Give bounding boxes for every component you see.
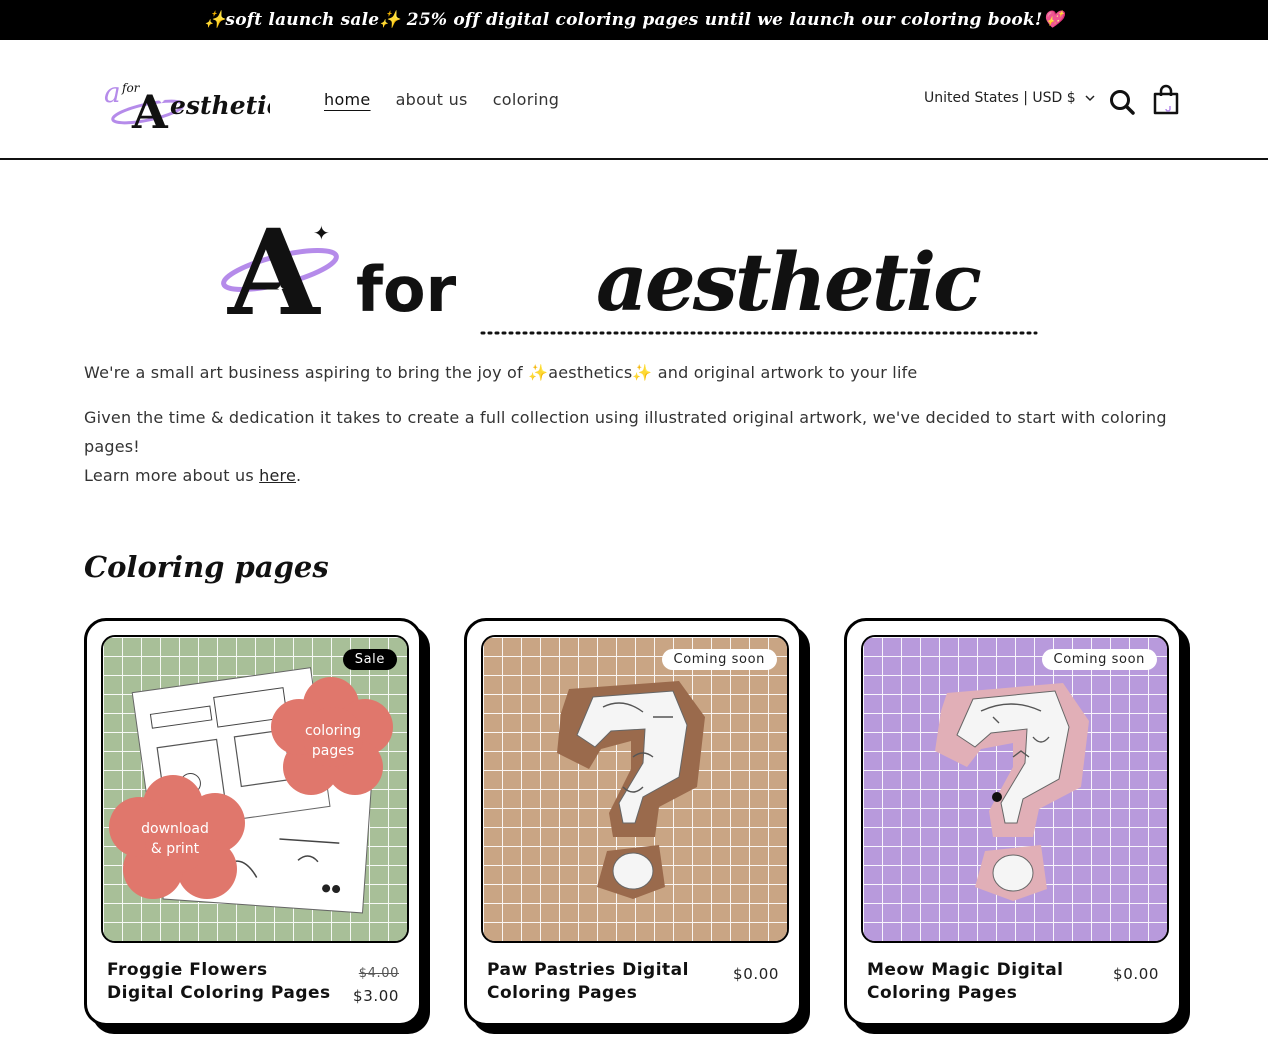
svg-text:✦: ✦: [313, 221, 330, 245]
search-icon[interactable]: [1108, 88, 1136, 116]
intro-paragraph-2: Given the time & dedication it takes to …: [84, 408, 1167, 485]
nav-home-link[interactable]: home: [324, 90, 371, 109]
nav-about-link[interactable]: about us: [396, 90, 468, 109]
svg-text:A: A: [131, 85, 169, 132]
product-card-paw-pastries[interactable]: Coming soon Paw Pastries Digital Colorin…: [464, 618, 810, 1034]
product-image[interactable]: Coming soon: [861, 635, 1169, 943]
sale-price: $3.00: [353, 987, 399, 1005]
svg-text:& print: & print: [151, 841, 200, 857]
product-card-froggie[interactable]: coloring pages download & print Sale Fro…: [84, 618, 430, 1034]
site-logo[interactable]: a for A esthetic ✦: [100, 66, 282, 139]
product-image[interactable]: coloring pages download & print Sale: [101, 635, 409, 943]
hero-word-for: for: [356, 253, 457, 326]
product-title[interactable]: Meow Magic Digital Coloring Pages: [867, 959, 1097, 1005]
main-nav: home about us coloring: [324, 90, 559, 109]
svg-text:✦: ✦: [276, 284, 284, 295]
svg-text:✦: ✦: [262, 261, 272, 275]
intro-text: We're a small art business aspiring to b…: [84, 358, 1194, 506]
cart-icon[interactable]: [1152, 84, 1180, 116]
intro-paragraph-1: We're a small art business aspiring to b…: [84, 363, 918, 382]
section-title: Coloring pages: [84, 550, 329, 584]
svg-text:esthetic: esthetic: [170, 91, 270, 120]
product-price: $0.00: [733, 963, 779, 985]
announcement-text: ✨soft launch sale✨ 25% off digital color…: [204, 10, 1064, 30]
hero-word-aesthetic: aesthetic: [596, 235, 981, 329]
site-header: a for A esthetic ✦ home about us colorin…: [0, 40, 1268, 160]
product-card-meow-magic[interactable]: Coming soon Meow Magic Digital Coloring …: [844, 618, 1190, 1034]
regular-price: $0.00: [1113, 965, 1159, 983]
nav-coloring-link[interactable]: coloring: [493, 90, 560, 109]
learn-more-link[interactable]: here: [259, 466, 296, 485]
svg-text:✦: ✦: [158, 97, 166, 107]
svg-text:pages: pages: [312, 743, 354, 759]
coming-soon-badge: Coming soon: [661, 649, 777, 670]
coming-soon-badge: Coming soon: [1041, 649, 1157, 670]
product-title[interactable]: Paw Pastries Digital Coloring Pages: [487, 959, 717, 1005]
svg-text:A: A: [227, 203, 321, 342]
chevron-down-icon: [1084, 90, 1096, 106]
product-price: $4.00 $3.00: [353, 963, 399, 1007]
regular-price: $0.00: [733, 965, 779, 983]
product-price: $0.00: [1113, 963, 1159, 985]
country-selector[interactable]: United States | USD $: [924, 90, 1096, 106]
original-price: $4.00: [358, 966, 399, 981]
announcement-bar: ✨soft launch sale✨ 25% off digital color…: [0, 0, 1268, 40]
country-selector-label: United States | USD $: [924, 90, 1076, 106]
product-image[interactable]: Coming soon: [481, 635, 789, 943]
svg-text:a: a: [104, 76, 121, 109]
sale-badge: Sale: [342, 649, 397, 670]
svg-text:coloring: coloring: [305, 723, 361, 739]
svg-text:download: download: [141, 821, 209, 837]
hero-logo: A ✦ ✦ ✦ for aesthetic: [218, 200, 1048, 350]
product-title[interactable]: Froggie Flowers Digital Coloring Pages: [107, 959, 337, 1005]
